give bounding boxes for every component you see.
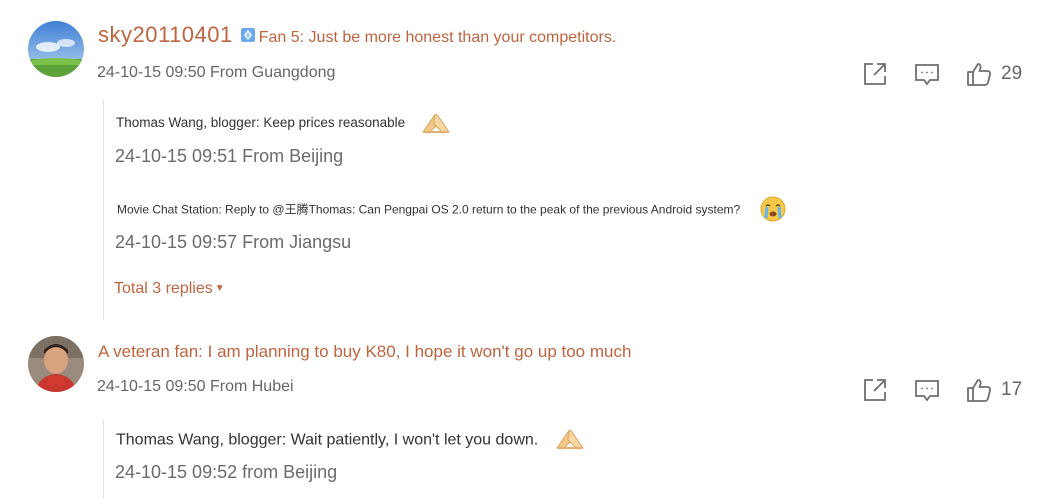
caret-down-icon: ▼ — [214, 283, 225, 294]
reply-time: 24-10-15 09:51 From Beijing — [115, 146, 344, 166]
comment-text: A veteran fan: I am planning to buy K80,… — [98, 342, 632, 361]
comment-header: A veteran fan: I am planning to buy K80,… — [98, 342, 631, 362]
comment-item: sky20110401 Fan 5: Just be more honest th… — [0, 0, 1043, 320]
fan-level-diamond-icon — [240, 27, 256, 43]
comment-icon[interactable] — [913, 60, 941, 88]
share-icon[interactable] — [861, 376, 889, 404]
reply-list: Thomas Wang, blogger: Wait patiently, I … — [103, 420, 983, 498]
comment-icon[interactable] — [913, 376, 941, 404]
avatar[interactable] — [28, 21, 84, 77]
like-count: 17 — [1001, 379, 1023, 400]
comment-actions: 29 — [861, 60, 1023, 88]
thumbs-up-icon[interactable] — [965, 376, 993, 404]
reply-text: Thomas Wang, blogger: Wait patiently, I … — [116, 431, 539, 449]
reply-item: Movie Chat Station: Reply to @王腾Thomas: … — [117, 196, 786, 225]
folded-hands-emoji — [555, 426, 585, 455]
reply-time: 24-10-15 09:52 from Beijing — [115, 462, 338, 482]
reply-text: Movie Chat Station: Reply to @王腾Thomas: … — [117, 202, 741, 217]
comment-meta: 24-10-15 09:50 From Guangdong — [97, 64, 336, 81]
reply-time: 24-10-15 09:57 From Jiangsu — [115, 232, 352, 252]
username-link[interactable]: sky20110401 — [98, 22, 233, 47]
avatar[interactable] — [28, 336, 84, 392]
total-replies-link[interactable]: Total 3 replies ▼ — [114, 280, 225, 298]
reply-list: Thomas Wang, blogger: Keep prices reason… — [103, 100, 983, 320]
comment-text: Fan 5: Just be more honest than your com… — [258, 29, 617, 46]
comment-actions: 17 — [861, 376, 1023, 404]
comment-meta: 24-10-15 09:50 From Hubei — [97, 378, 294, 395]
total-replies-label: Total 3 replies — [114, 280, 213, 297]
share-icon[interactable] — [861, 60, 889, 88]
like-count: 29 — [1001, 63, 1023, 84]
reply-text: Thomas Wang, blogger: Keep prices reason… — [116, 115, 406, 131]
crying-face-emoji — [760, 196, 786, 225]
comment-item: A veteran fan: I am planning to buy K80,… — [0, 320, 1043, 498]
reply-item: Thomas Wang, blogger: Keep prices reason… — [116, 110, 451, 137]
reply-item: Thomas Wang, blogger: Wait patiently, I … — [116, 426, 585, 455]
thumbs-up-icon[interactable] — [965, 60, 993, 88]
comment-header: sky20110401 Fan 5: Just be more honest th… — [98, 22, 616, 48]
folded-hands-emoji — [421, 110, 451, 137]
